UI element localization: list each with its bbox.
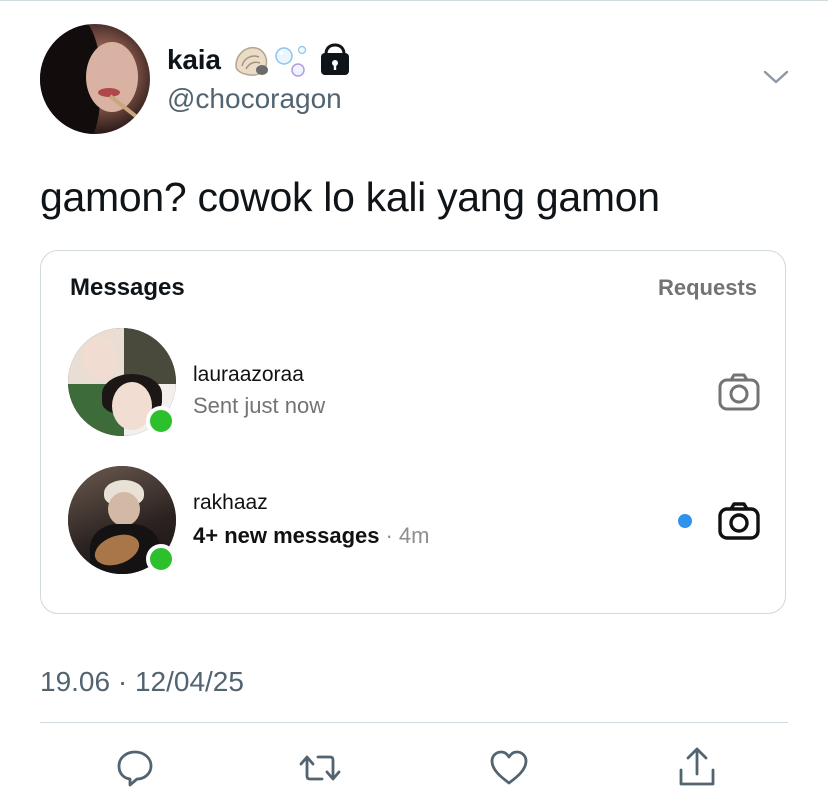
separator-dot: · [385,523,393,548]
conversation-status: 4+ new messages · 4m [193,522,429,550]
author-avatar[interactable] [40,24,150,134]
divider [40,722,788,723]
embedded-screenshot[interactable]: Messages Requests lauraazoraa Sent just … [40,250,786,614]
online-status-dot [146,544,176,574]
share-icon[interactable] [675,746,719,790]
conversation-username: lauraazoraa [193,363,304,386]
chevron-down-icon[interactable] [762,66,790,88]
requests-link: Requests [657,275,757,300]
display-name-emojis [235,43,349,77]
like-icon[interactable] [487,746,531,790]
bubbles-emoji [275,45,307,77]
conversation-row: rakhaaz 4+ new messages · 4m [41,466,785,578]
conversation-status: Sent just now [193,393,326,418]
conversation-time: 4m [398,523,430,548]
retweet-icon[interactable] [298,746,342,790]
camera-icon [718,373,760,411]
messages-title: Messages [70,274,185,301]
new-messages-count: 4+ new messages [193,523,380,548]
author-handle[interactable]: @chocoragon [167,81,342,117]
unread-indicator [678,514,692,528]
conversation-username: rakhaaz [193,491,268,514]
author-display-name[interactable]: kaia [167,44,221,76]
online-status-dot [146,406,176,436]
camera-icon [718,502,760,540]
reply-icon[interactable] [113,746,157,790]
shell-emoji [235,46,268,76]
tweet-text: gamon? cowok lo kali yang gamon [40,174,660,220]
top-border [0,0,828,1]
tweet-timestamp[interactable]: 19.06 · 12/04/25 [40,664,244,700]
conversation-row: lauraazoraa Sent just now [41,328,785,440]
lock-icon [321,43,349,75]
